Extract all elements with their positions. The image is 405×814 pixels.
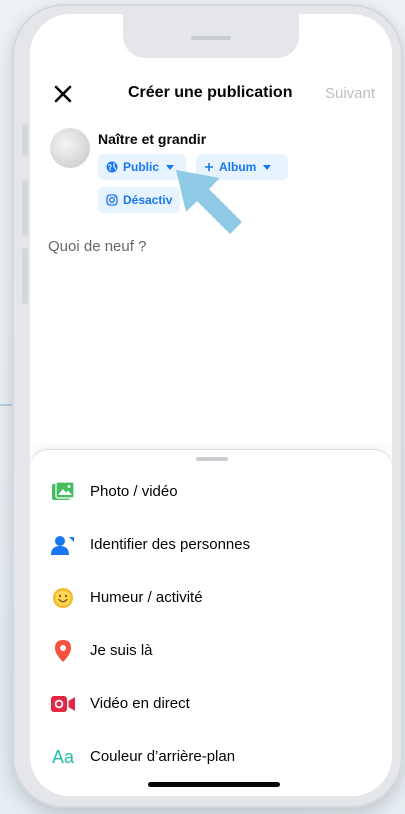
photo-icon bbox=[50, 480, 76, 504]
audience-label: Public bbox=[123, 160, 160, 174]
username: Naître et grandir bbox=[98, 131, 207, 147]
phone-volume-down bbox=[22, 248, 28, 304]
sheet-drag-handle[interactable] bbox=[196, 457, 228, 461]
action-live-video[interactable]: Vidéo en direct bbox=[30, 684, 392, 724]
phone-volume-up bbox=[22, 180, 28, 236]
globe-icon bbox=[106, 161, 118, 173]
instagram-icon bbox=[106, 194, 118, 206]
action-label: Vidéo en direct bbox=[90, 695, 190, 712]
phone-screen: Créer une publication Suivant Naître et … bbox=[30, 14, 392, 796]
phone-silent-switch bbox=[22, 124, 28, 156]
location-pin-icon bbox=[50, 639, 76, 663]
caret-down-icon bbox=[166, 164, 175, 170]
action-label: Je suis là bbox=[90, 642, 153, 659]
speaker-grille bbox=[191, 36, 231, 40]
pointer-arrow-icon bbox=[176, 170, 242, 234]
background-color-icon: Aa bbox=[51, 746, 75, 767]
page-title: Créer une publication bbox=[128, 84, 293, 101]
phone-notch bbox=[123, 14, 299, 58]
action-label: Identifier des personnes bbox=[90, 536, 251, 553]
post-text-input[interactable]: Quoi de neuf ? bbox=[48, 238, 146, 255]
action-tag-people[interactable]: Identifier des personnes bbox=[30, 525, 392, 565]
actions-sheet: Photo / vidéo Identifier des personnes H… bbox=[30, 450, 392, 796]
action-feeling-activity[interactable]: Humeur / activité bbox=[30, 578, 392, 618]
avatar bbox=[50, 128, 90, 168]
live-video-icon bbox=[50, 692, 76, 716]
home-indicator[interactable] bbox=[148, 782, 280, 787]
next-button[interactable]: Suivant bbox=[325, 85, 375, 102]
caret-down-icon bbox=[263, 164, 272, 170]
instagram-label: Désactiv bbox=[123, 193, 173, 207]
composer-header: Créer une publication Suivant bbox=[30, 80, 392, 110]
action-label: Humeur / activité bbox=[90, 589, 203, 606]
feeling-icon bbox=[50, 586, 76, 610]
action-background-color[interactable]: Aa Couleur d’arrière-plan bbox=[30, 737, 392, 777]
action-label: Couleur d’arrière-plan bbox=[90, 748, 236, 765]
action-label: Photo / vidéo bbox=[90, 483, 178, 500]
action-photo-video[interactable]: Photo / vidéo bbox=[30, 472, 392, 512]
tag-people-icon bbox=[50, 533, 76, 557]
close-icon[interactable] bbox=[52, 83, 74, 105]
audience-selector-button[interactable]: Public bbox=[98, 154, 186, 180]
instagram-toggle-button[interactable]: Désactiv bbox=[98, 187, 180, 213]
action-check-in[interactable]: Je suis là bbox=[30, 631, 392, 671]
